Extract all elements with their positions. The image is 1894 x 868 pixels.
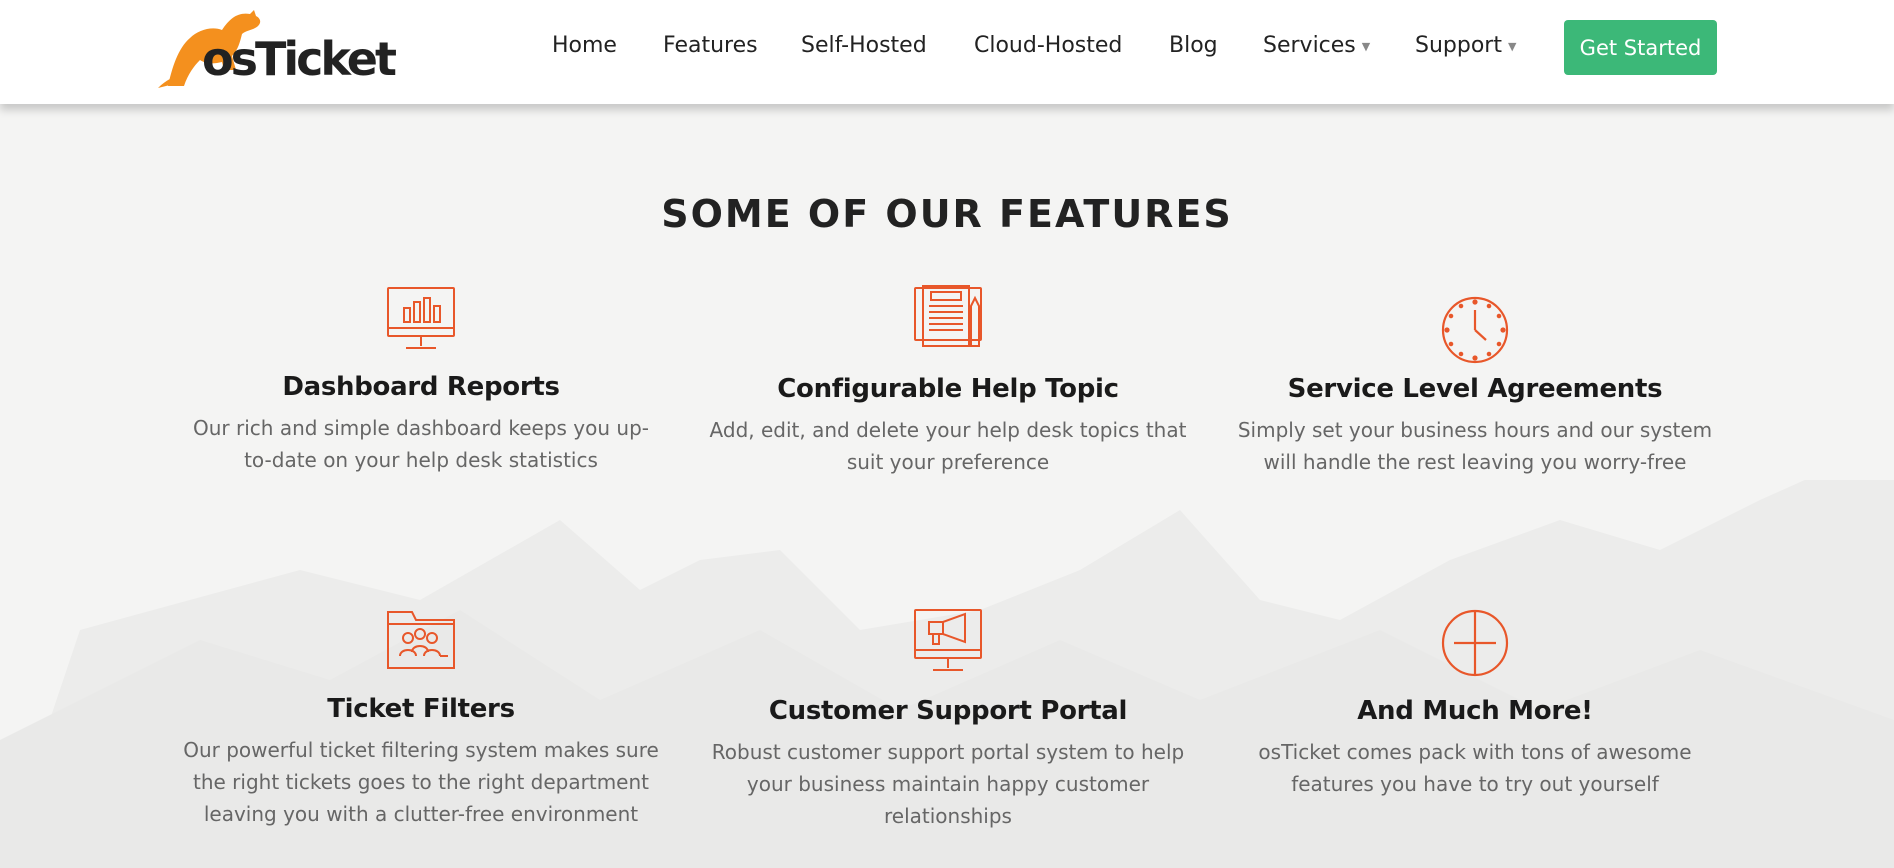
osticket-logo[interactable]: osTicket <box>158 8 397 88</box>
nav-support[interactable]: Support ▼ <box>1415 33 1516 58</box>
feature-description: Simply set your business hours and our s… <box>1237 418 1713 474</box>
feature-title: Configurable Help Topic <box>777 374 1119 404</box>
nav-home[interactable]: Home <box>552 33 617 58</box>
dashboard-monitor-icon <box>387 287 455 349</box>
crosshair-circle-icon <box>1441 609 1509 677</box>
folder-users-icon <box>387 611 455 669</box>
get-started-button[interactable]: Get Started <box>1564 20 1717 75</box>
logo-text: osTicket <box>202 32 397 86</box>
nav-cloud-hosted[interactable]: Cloud-Hosted <box>974 33 1122 58</box>
nav-support-label: Support <box>1415 33 1502 58</box>
feature-and-much-more: And Much More! osTicket comes pack with … <box>1225 608 1725 800</box>
feature-title: Customer Support Portal <box>768 696 1128 726</box>
feature-title: Service Level Agreements <box>1287 374 1663 404</box>
navbar: osTicket Home Features Self-Hosted Cloud… <box>0 0 1894 104</box>
help-topic-document-icon <box>914 285 982 347</box>
clock-icon <box>1441 296 1509 364</box>
megaphone-monitor-icon <box>914 609 982 671</box>
nav-services[interactable]: Services ▼ <box>1263 33 1370 58</box>
feature-description: osTicket comes pack with tons of awesome… <box>1258 740 1692 796</box>
nav-blog[interactable]: Blog <box>1169 33 1218 58</box>
nav-self-hosted[interactable]: Self-Hosted <box>801 33 927 58</box>
feature-title: Ticket Filters <box>327 694 515 724</box>
nav-features[interactable]: Features <box>663 33 758 58</box>
feature-ticket-filters: Ticket Filters Our powerful ticket filte… <box>171 610 671 830</box>
feature-title: And Much More! <box>1357 696 1593 726</box>
feature-description: Add, edit, and delete your help desk top… <box>709 418 1187 474</box>
nav-services-label: Services <box>1263 33 1356 58</box>
feature-customer-support-portal: Customer Support Portal Robust customer … <box>698 608 1198 832</box>
caret-down-icon: ▼ <box>1361 39 1371 53</box>
feature-description: Robust customer support portal system to… <box>711 740 1185 828</box>
feature-configurable-help-topic: Configurable Help Topic Add, edit, and d… <box>698 284 1198 478</box>
feature-title: Dashboard Reports <box>282 372 560 402</box>
feature-description: Our powerful ticket filtering system mak… <box>183 738 659 826</box>
section-title: SOME OF OUR FEATURES <box>661 191 1233 236</box>
feature-description: Our rich and simple dashboard keeps you … <box>193 416 649 472</box>
feature-dashboard-reports: Dashboard Reports Our rich and simple da… <box>171 286 671 476</box>
feature-service-level-agreements: Service Level Agreements Simply set your… <box>1225 296 1725 478</box>
caret-down-icon: ▼ <box>1507 39 1517 53</box>
